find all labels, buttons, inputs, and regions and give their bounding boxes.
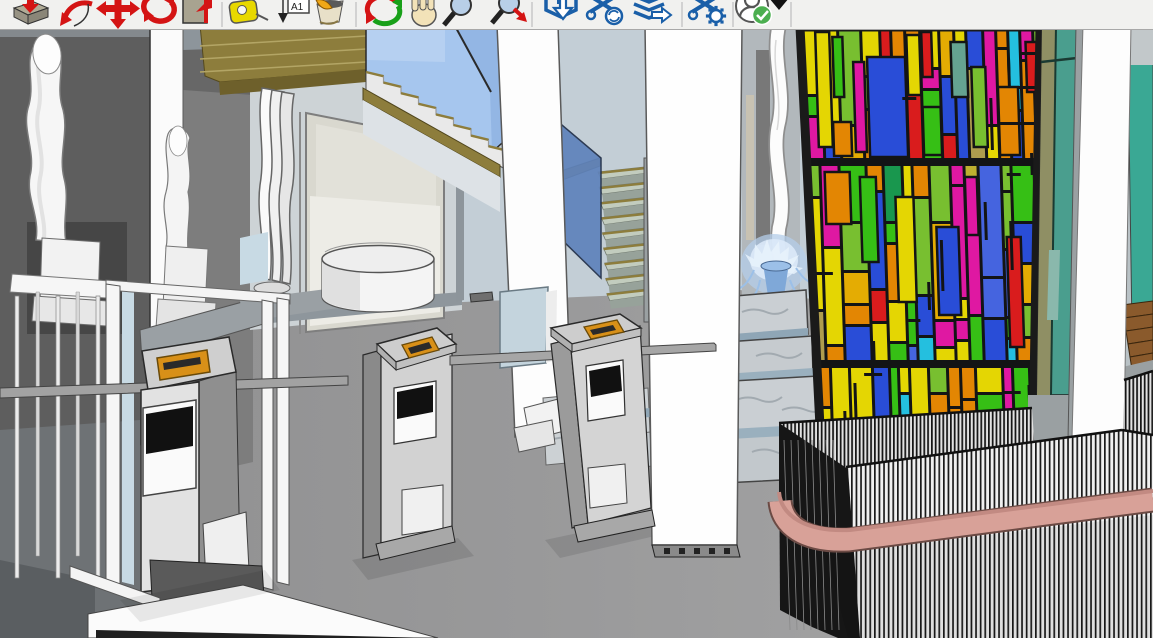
svg-text:A1: A1 xyxy=(291,2,304,13)
